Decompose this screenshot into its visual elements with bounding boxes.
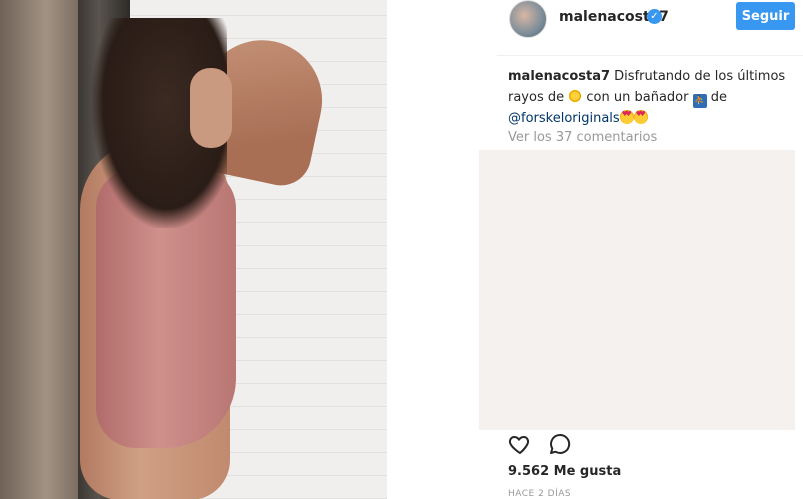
caption-text-3: de — [710, 90, 727, 105]
verified-badge-icon: ✓ — [647, 9, 662, 24]
caption-text-2: con un bañador — [586, 90, 689, 105]
post-side-panel: malenacosta7 ✓ Seguir malenacosta7 Disfr… — [479, 0, 803, 499]
caption-username[interactable]: malenacosta7 — [508, 69, 610, 84]
follow-button[interactable]: Seguir — [736, 2, 795, 30]
post-timestamp: HACE 2 DÍAS — [508, 489, 572, 499]
caption-mention-link[interactable]: @forskeloriginals — [508, 111, 620, 126]
swimmer-emoji-icon: ⛹ — [692, 94, 707, 108]
likes-count[interactable]: 9.562 Me gusta — [508, 464, 621, 479]
post-caption: malenacosta7 Disfrutando de los últimos … — [508, 66, 798, 129]
photo-face — [190, 68, 232, 148]
avatar[interactable] — [509, 0, 547, 38]
view-comments-link[interactable]: Ver los 37 comentarios — [508, 130, 657, 145]
photo-curtain — [0, 0, 78, 499]
comments-area — [479, 150, 795, 430]
post-photo[interactable] — [0, 0, 387, 499]
post-header: malenacosta7 ✓ Seguir — [497, 0, 803, 56]
heart-eyes-emoji-icon — [633, 110, 648, 124]
comment-icon[interactable] — [548, 432, 572, 456]
heart-eyes-emoji-icon — [619, 110, 634, 124]
post-actions — [508, 430, 798, 458]
sun-emoji-icon — [568, 89, 583, 103]
heart-icon[interactable] — [508, 432, 532, 456]
header-divider — [497, 55, 803, 56]
